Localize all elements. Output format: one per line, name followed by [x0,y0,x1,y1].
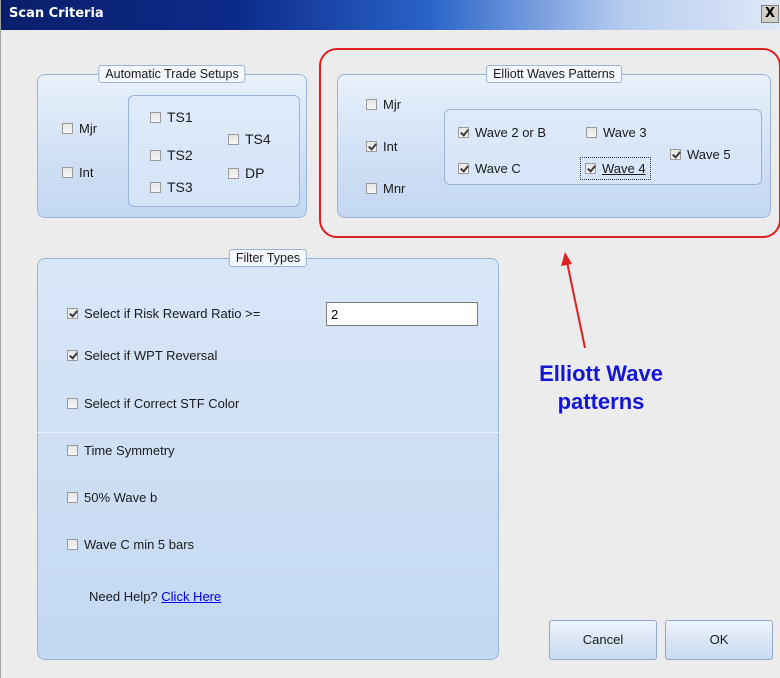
filter-risk-reward-checkbox[interactable]: Select if Risk Reward Ratio >= [67,306,260,321]
checkbox-box[interactable] [67,445,78,456]
checkbox-box[interactable] [67,350,78,361]
scan-criteria-dialog: Scan Criteria X Automatic Trade Setups M… [0,0,780,678]
checkbox-box[interactable] [67,308,78,319]
title-bar: Scan Criteria X [1,0,780,30]
filter-wpt-reversal-checkbox[interactable]: Select if WPT Reversal [67,348,217,363]
filter-time-symmetry-checkbox[interactable]: Time Symmetry [67,443,175,458]
checkbox-box[interactable] [150,149,161,161]
annotation-arrow [561,252,586,349]
checkbox-label: Select if WPT Reversal [84,348,218,363]
checkbox-box[interactable] [150,181,161,193]
checkbox-label: Time Symmetry [84,443,175,458]
close-button[interactable]: X [761,5,779,23]
filter-separator [37,432,499,433]
checkbox-box[interactable] [228,133,239,145]
click-here-link[interactable]: Click Here [161,589,221,604]
checkbox-box[interactable] [67,539,78,550]
checkbox-label: Select if Correct STF Color [84,396,240,411]
annotation-label: Elliott Wave patterns [539,361,663,414]
checkbox-label: TS2 [167,147,193,163]
checkbox-box[interactable] [62,123,73,134]
filter-types-title: Filter Types [228,249,308,267]
ats-ts3-checkbox[interactable]: TS3 [150,179,193,195]
checkbox-box[interactable] [228,167,239,179]
filter-stf-color-checkbox[interactable]: Select if Correct STF Color [67,396,239,411]
automatic-trade-setups-title: Automatic Trade Setups [98,65,246,83]
ats-int-checkbox[interactable]: Int [62,165,93,180]
checkbox-label: Mjr [79,121,98,136]
ats-dp-checkbox[interactable]: DP [228,165,264,181]
checkbox-label: Int [79,165,94,180]
checkbox-label: Wave C min 5 bars [84,537,195,552]
annotation-highlight-ring [319,48,780,238]
window-title: Scan Criteria [9,6,104,21]
ats-ts2-checkbox[interactable]: TS2 [150,147,193,163]
checkbox-label: TS3 [167,179,193,195]
checkbox-box[interactable] [62,167,73,178]
checkbox-box[interactable] [67,398,78,409]
filter-50pct-wave-b-checkbox[interactable]: 50% Wave b [67,490,157,505]
cancel-button[interactable]: Cancel [549,620,657,660]
filter-wave-c-min-5-bars-checkbox[interactable]: Wave C min 5 bars [67,537,194,552]
checkbox-box[interactable] [150,111,161,123]
checkbox-label: DP [245,165,265,181]
ats-ts4-checkbox[interactable]: TS4 [228,131,271,147]
checkbox-label: 50% Wave b [84,490,158,505]
automatic-trade-setups-group: Automatic Trade Setups Mjr Int TS1 TS2 T… [37,65,307,218]
checkbox-label: TS1 [167,109,193,125]
ats-mjr-checkbox[interactable]: Mjr [62,121,97,136]
checkbox-box[interactable] [67,492,78,503]
risk-reward-ratio-input[interactable] [326,302,478,326]
need-help-text: Need Help? Click Here [89,589,221,604]
checkbox-label: Select if Risk Reward Ratio >= [84,306,261,321]
ok-button[interactable]: OK [665,620,773,660]
need-help-label: Need Help? [89,589,158,604]
ats-ts1-checkbox[interactable]: TS1 [150,109,193,125]
checkbox-label: TS4 [245,131,271,147]
